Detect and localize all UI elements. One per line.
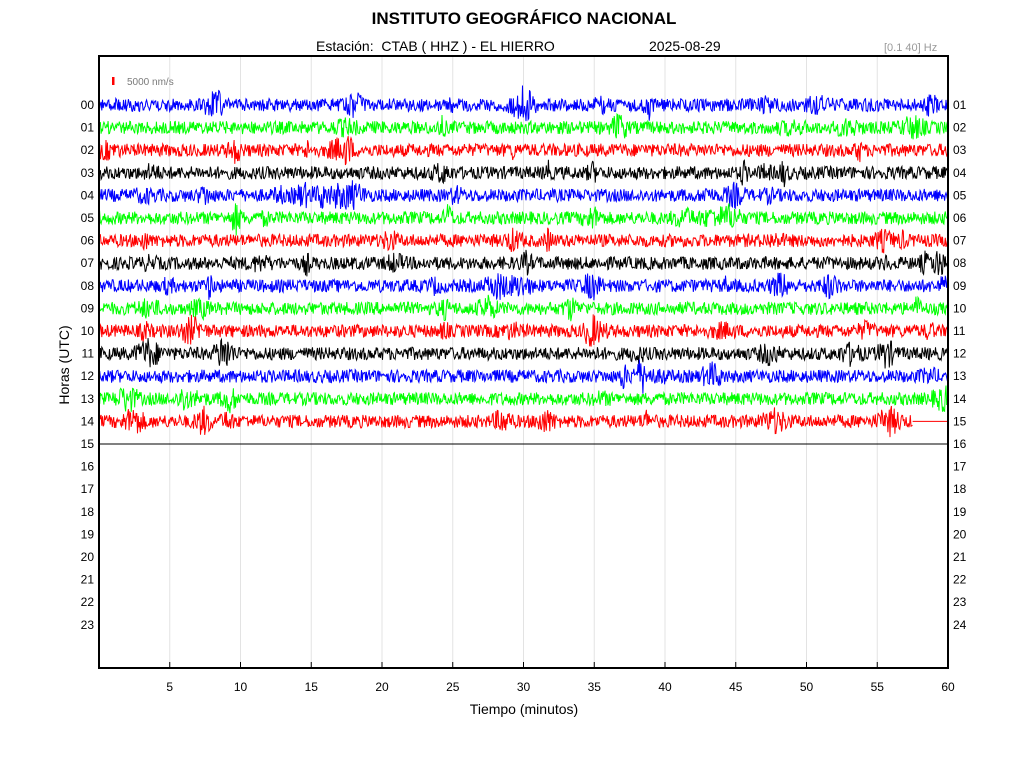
x-tick-label: 30 [517,680,531,694]
x-tick-label: 55 [871,680,885,694]
hour-label-right: 13 [953,369,967,383]
hour-label-right: 07 [953,234,967,248]
hour-label-left: 17 [81,482,95,496]
hour-label-right: 09 [953,279,967,293]
hour-label-right: 15 [953,414,967,428]
scale-bar [112,77,115,85]
hour-label-left: 03 [81,166,95,180]
vertical-grid [169,56,949,668]
hour-label-left: 20 [81,550,95,564]
x-tick-label: 15 [305,680,319,694]
hour-label-right: 04 [953,166,967,180]
helicorder-plot: 5 10 15 20 25 30 35 40 45 50 55 60 00 01 02 03 04 05 06 07 0… [56,55,967,717]
hour-label-left: 21 [81,573,95,587]
hour-label-right: 14 [953,392,967,406]
hour-label-left: 06 [81,234,95,248]
hour-label-left: 10 [81,324,95,338]
hour-label-right: 05 [953,188,967,202]
hour-label-left: 02 [81,143,95,157]
x-tick-label: 20 [375,680,389,694]
hour-label-right: 22 [953,573,967,587]
hour-label-left: 16 [81,460,95,474]
hour-label-left: 12 [81,369,95,383]
hour-label-left: 04 [81,188,95,202]
x-tick-label: 25 [446,680,460,694]
hour-label-left: 23 [81,618,95,632]
hour-label-left: 07 [81,256,95,270]
hour-label-right: 24 [953,618,967,632]
hour-label-right: 11 [953,324,966,338]
hour-label-left: 00 [81,98,95,112]
x-axis-title: Tiempo (minutos) [470,701,578,717]
x-tick-label: 35 [588,680,602,694]
hour-label-right: 08 [953,256,967,270]
hour-label-right: 19 [953,505,967,519]
hour-label-right: 23 [953,595,967,609]
hour-label-right: 12 [953,347,967,361]
x-tick-label: 60 [941,680,955,694]
hour-label-left: 01 [81,121,95,135]
hour-label-right: 17 [953,460,967,474]
y-axis-title: Horas (UTC) [56,325,72,404]
hour-label-right: 06 [953,211,967,225]
trace-line [98,405,913,438]
hour-label-left: 13 [81,392,95,406]
x-tick-label: 40 [658,680,672,694]
hour-label-right: 21 [953,550,967,564]
hour-label-left: 08 [81,279,95,293]
hour-label-right: 02 [953,121,967,135]
hour-label-right: 10 [953,301,967,315]
hour-label-left: 19 [81,527,95,541]
hour-label-left: 09 [81,301,95,315]
x-tick-label: 5 [166,680,173,694]
x-tick-label: 10 [234,680,248,694]
hour-label-left: 11 [82,347,95,361]
scale-bar-label: 5000 nm/s [127,77,174,88]
hour-label-right: 20 [953,527,967,541]
x-tick-label: 50 [800,680,814,694]
hour-label-left: 05 [81,211,95,225]
hour-label-left: 18 [81,505,95,519]
hour-label-left: 14 [81,414,95,428]
hour-label-right: 03 [953,143,967,157]
hour-label-left: 15 [81,437,95,451]
x-tick-label: 45 [729,680,743,694]
hour-label-right: 01 [953,98,967,112]
hour-label-right: 16 [953,437,967,451]
hour-label-right: 18 [953,482,967,496]
hour-label-left: 22 [81,595,95,609]
